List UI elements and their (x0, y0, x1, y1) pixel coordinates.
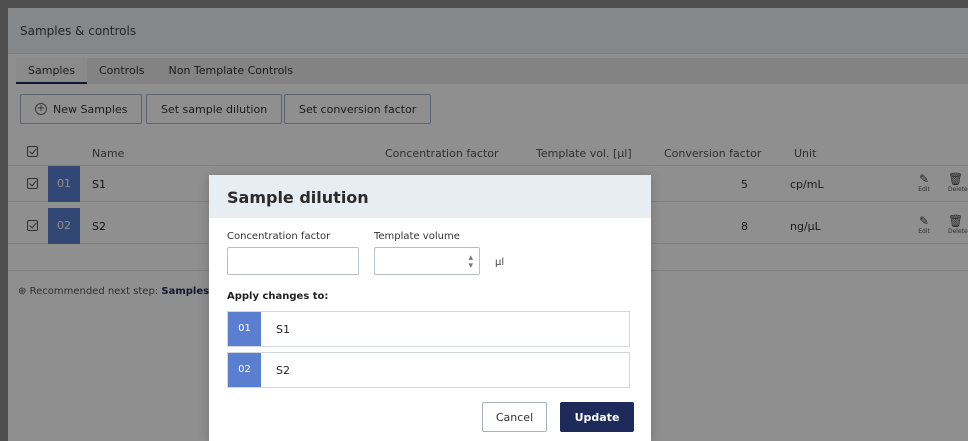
template-volume-label: Template volume (374, 231, 460, 242)
template-volume-unit: µl (495, 257, 505, 268)
apply-list-item[interactable]: 01 S1 (227, 311, 630, 347)
template-volume-input[interactable]: ▴ ▾ (374, 247, 480, 275)
apply-list-item[interactable]: 02 S2 (227, 352, 630, 388)
dialog-title: Sample dilution (209, 175, 651, 218)
concentration-factor-label: Concentration factor (227, 231, 331, 242)
apply-changes-label: Apply changes to: (227, 291, 329, 302)
concentration-factor-input[interactable] (227, 247, 359, 275)
cancel-button[interactable]: Cancel (482, 402, 547, 432)
update-button[interactable]: Update (560, 402, 634, 432)
sample-name: S2 (276, 364, 290, 377)
sample-name: S1 (276, 323, 290, 336)
sample-number-badge: 02 (228, 353, 261, 387)
stepper-arrows-icon[interactable]: ▴ ▾ (468, 254, 473, 271)
sample-number-badge: 01 (228, 312, 261, 346)
sample-dilution-dialog: Sample dilution Concentration factor Tem… (209, 175, 651, 441)
